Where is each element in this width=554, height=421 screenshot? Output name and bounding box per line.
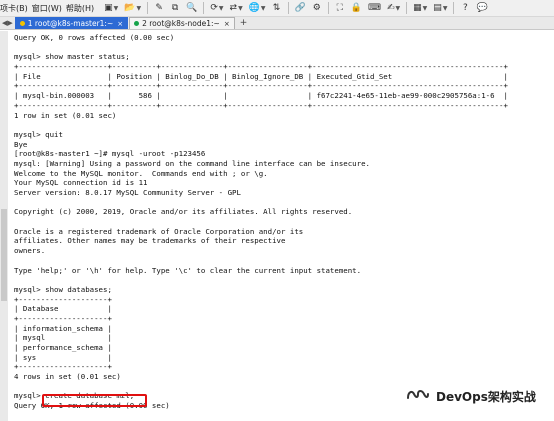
scrollbar-thumb[interactable] [1, 209, 7, 301]
terminal-line: +--------------------+----------+-------… [14, 100, 508, 110]
terminal-line: [root@k8s-master1 ~]# mysql -uroot -p123… [14, 149, 206, 159]
terminal-line: | mysql-bin.000003 | 586 | | | f67c2241-… [14, 91, 508, 101]
terminal-line: +--------------------+ [14, 313, 112, 323]
compose-icon[interactable]: ✍ ▼ [385, 2, 402, 15]
search-icon[interactable]: 🔍 [184, 2, 199, 15]
new-tab-button[interactable]: + [236, 17, 252, 29]
terminal-line: Your MySQL connection id is 11 [14, 178, 148, 188]
terminal-line: Server version: 8.0.17 MySQL Community S… [14, 188, 241, 197]
terminal-line: +--------------------+----------+-------… [14, 62, 508, 72]
terminal-output: Query OK, 0 rows affected (0.00 sec) mysq… [14, 33, 550, 411]
fullscreen-icon[interactable]: ⛶ [333, 2, 347, 15]
terminal-line: Bye [14, 139, 28, 149]
session-status-dot [19, 21, 25, 26]
transfer-icon[interactable]: ⇄ ▼ [228, 2, 245, 15]
terminal-line: | File | Position | Binlog_Do_DB | Binlo… [14, 71, 508, 81]
copy-icon[interactable]: ⧉ [168, 2, 182, 15]
toolbar-divider [453, 2, 455, 14]
new-session-icon[interactable]: ▣ ▼ [102, 2, 120, 15]
toolbar-divider [327, 2, 329, 14]
terminal-line: mysql> show master status; [14, 52, 130, 62]
session-status-dot [134, 21, 140, 26]
terminal-line: | mysql | [14, 333, 112, 343]
sftp-icon[interactable]: ⇅ [270, 2, 284, 15]
menu-bar: 项卡(B) 窗口(W) 帮助(H) ▣ ▼ 📂 ▼ ✎ ⧉ 🔍 ⟳ ▼ ⇄ ▼ 🌐 ▼ ⇅… [0, 0, 554, 17]
lock-icon[interactable]: 🔒 [349, 2, 364, 15]
terminal-line: | information_schema | [14, 323, 112, 333]
tab-label: 1 root@k8s-master1:~ [27, 19, 114, 28]
tab-session-k8s-node1[interactable]: 2 root@k8s-node1:~ × [129, 17, 235, 29]
menu-item-help[interactable]: 帮助(H) [64, 0, 96, 16]
menu-item-window[interactable]: 窗口(W) [30, 0, 64, 16]
terminal-line: Welcome to the MySQL monitor. Commands e… [14, 168, 268, 178]
menu-item-tabs[interactable]: 项卡(B) [0, 0, 30, 16]
watermark-text: DevOps架构实战 [436, 389, 536, 404]
toolbar: ▣ ▼ 📂 ▼ ✎ ⧉ 🔍 ⟳ ▼ ⇄ ▼ 🌐 ▼ ⇅ 🔗 ⚙ ⛶ 🔒 ⌨ ✍ ▼ ▦ ▼ ▤… [102, 2, 490, 15]
terminal-line: Copyright (c) 2000, 2019, Oracle and/or … [14, 207, 353, 217]
terminal-line: affiliates. Other names may be trademark… [14, 236, 286, 246]
chat-icon[interactable]: 💬 [474, 2, 489, 15]
terminal-line: owners. [14, 246, 46, 256]
toolbar-divider [203, 2, 205, 14]
tab-session-k8s-master1[interactable]: 1 root@k8s-master1:~ × [14, 17, 129, 29]
close-icon[interactable]: × [117, 20, 123, 28]
terminal-pane[interactable]: Query OK, 0 rows affected (0.00 sec) mysq… [8, 31, 554, 421]
terminal-line: mysql: [Warning] Using a password on the… [14, 158, 370, 168]
scrollbar[interactable] [0, 31, 8, 421]
globe-icon[interactable]: 🌐 ▼ [247, 2, 268, 15]
help-icon[interactable]: ? [458, 2, 472, 15]
terminal-line: 4 rows in set (0.01 sec) [14, 372, 121, 382]
layout-icon[interactable]: ▦ ▼ [411, 2, 429, 15]
edit-icon[interactable]: ✎ [152, 2, 166, 15]
terminal-line: mysql> quit [14, 129, 63, 139]
keyboard-icon[interactable]: ⌨ [366, 2, 383, 15]
watermark: DevOps架构实战 [406, 383, 536, 409]
session-tab-bar: ◀▶ 1 root@k8s-master1:~ × 2 root@k8s-nod… [0, 17, 554, 30]
terminal-line: 1 row in set (0.01 sec) [14, 110, 117, 120]
tab-label: 2 root@k8s-node1:~ [142, 19, 220, 28]
script-icon[interactable]: ⚙ [310, 2, 324, 15]
refresh-icon[interactable]: ⟳ ▼ [208, 2, 225, 15]
wechat-channel-logo-icon [407, 390, 429, 399]
close-icon[interactable]: × [224, 20, 230, 28]
link-icon[interactable]: 🔗 [293, 2, 308, 15]
tab-scroll-arrows[interactable]: ◀▶ [0, 16, 15, 29]
open-folder-icon[interactable]: 📂 ▼ [122, 2, 143, 15]
terminal-line: Query OK, 0 rows affected (0.00 sec) [14, 33, 175, 42]
options-icon[interactable]: ▤ ▼ [431, 2, 449, 15]
terminal-line: Oracle is a registered trademark of Orac… [14, 226, 304, 236]
terminal-line: +--------------------+ [14, 362, 112, 372]
terminal-line: mysql> show databases; [14, 284, 112, 294]
terminal-line: +--------------------+----------+-------… [14, 81, 508, 91]
terminal-line: | sys | [14, 352, 112, 362]
terminal-line: +--------------------+ [14, 294, 112, 304]
toolbar-divider [147, 2, 149, 14]
toolbar-divider [406, 2, 408, 14]
toolbar-divider [287, 2, 289, 14]
terminal-line: | Database | [14, 304, 112, 314]
terminal-line: Type 'help;' or '\h' for help. Type '\c'… [14, 265, 362, 275]
terminal-line: | performance_schema | [14, 343, 112, 352]
